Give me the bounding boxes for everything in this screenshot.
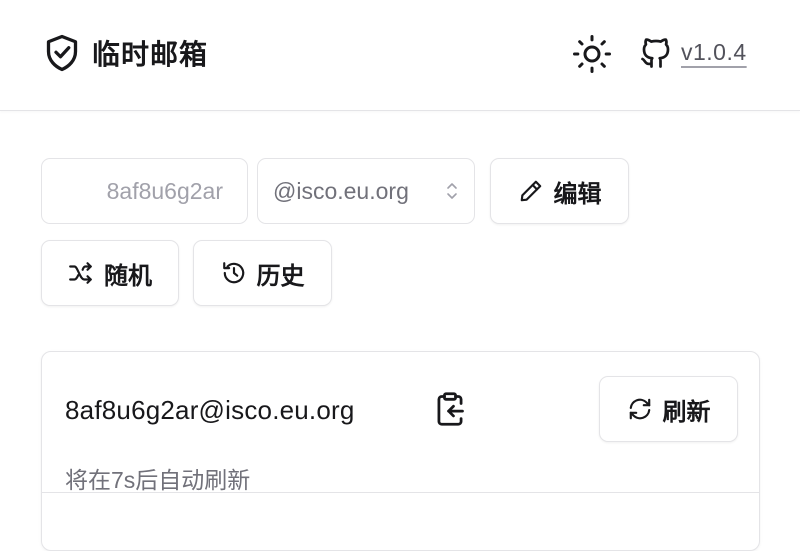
refresh-icon (629, 398, 650, 420)
history-button[interactable]: 历史 (193, 240, 332, 306)
card-divider (42, 492, 759, 493)
auto-refresh-countdown: 将在7s后自动刷新 (65, 467, 251, 493)
version-link[interactable]: v1.0.4 (681, 39, 747, 66)
shuffle-icon (69, 262, 92, 284)
chevron-up-down-icon (447, 183, 457, 199)
domain-select-value: @isco.eu.org (273, 177, 409, 204)
app-logo[interactable]: 临时邮箱 (44, 33, 208, 73)
domain-select[interactable]: @isco.eu.org (257, 158, 475, 224)
clipboard-copy-icon[interactable] (433, 391, 467, 427)
history-button-label: 历史 (256, 262, 305, 290)
pencil-icon (520, 180, 541, 202)
history-icon (222, 262, 244, 284)
edit-button-label: 编辑 (553, 180, 602, 208)
app-header: 临时邮箱 v1.0.4 (0, 0, 800, 111)
username-input[interactable]: 8af8u6g2ar (41, 158, 248, 224)
refresh-button-label: 刷新 (662, 398, 711, 426)
app-title: 临时邮箱 (92, 39, 209, 70)
github-icon[interactable] (638, 35, 674, 71)
random-button-label: 随机 (104, 262, 152, 290)
refresh-button[interactable]: 刷新 (599, 376, 738, 442)
sun-icon[interactable] (572, 34, 612, 74)
random-button[interactable]: 随机 (41, 240, 179, 306)
email-address: 8af8u6g2ar@isco.eu.org (65, 395, 355, 425)
shield-check-icon (46, 34, 78, 72)
edit-button[interactable]: 编辑 (490, 158, 629, 224)
mailbox-card: 8af8u6g2ar@isco.eu.org 刷新 将在7s后自动刷新 (41, 351, 760, 551)
